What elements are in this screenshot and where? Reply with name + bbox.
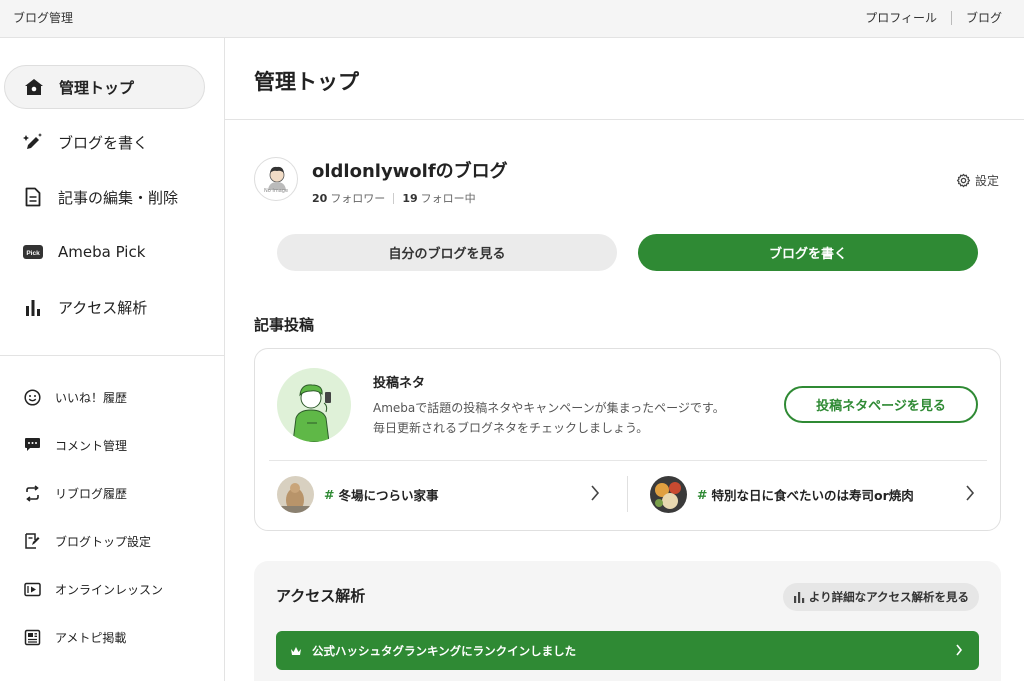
sidebar-sub-nav: いいね！履歴 コメント管理 リブログ履歴 ブログトップ設定 オンラインレッスン [0, 373, 224, 661]
sidebar-item-label: アクセス解析 [58, 298, 148, 317]
ranking-banner[interactable]: 公式ハッシュタグランキングにランクインしました [276, 631, 979, 670]
hash-symbol: # [697, 486, 708, 502]
ranking-banner-text: 公式ハッシュタグランキングにランクインしました [312, 643, 577, 658]
sidebar-item-admin-top[interactable]: 管理トップ [4, 65, 205, 109]
post-ideas-illustration [277, 368, 351, 442]
blog-link[interactable]: ブログ [966, 9, 1002, 26]
top-links: プロフィール ブログ [865, 9, 1002, 26]
sidebar-item-label: アメトピ掲載 [55, 630, 127, 645]
smile-icon [22, 387, 42, 407]
sidebar-item-reblog-history[interactable]: リブログ履歴 [0, 469, 224, 517]
sidebar-item-online-lesson[interactable]: オンラインレッスン [0, 565, 224, 613]
write-blog-button[interactable]: ブログを書く [638, 234, 978, 271]
card-divider [269, 460, 987, 461]
follow-divider [393, 192, 395, 204]
post-section-heading: 記事投稿 [254, 316, 315, 334]
hashtag-link[interactable]: # 特別な日に食べたいのは寿司or焼肉 [650, 474, 984, 514]
sidebar-item-write-blog[interactable]: ブログを書く [4, 120, 205, 164]
view-post-ideas-button[interactable]: 投稿ネタページを見る [784, 386, 978, 423]
following-count: 19 [402, 191, 418, 205]
hashtag-thumbnail [277, 475, 314, 513]
hashtag-divider [627, 476, 628, 512]
link-divider [950, 10, 952, 25]
bar-chart-icon [22, 296, 44, 318]
view-my-blog-button[interactable]: 自分のブログを見る [277, 234, 617, 271]
video-icon [22, 579, 42, 599]
sidebar-item-likes-history[interactable]: いいね！履歴 [0, 373, 224, 421]
hashtag-thumbnail [650, 475, 687, 513]
following-label[interactable]: フォロー中 [421, 190, 476, 206]
profile-link[interactable]: プロフィール [865, 9, 937, 26]
post-ideas-desc-line-2: 毎日更新されるブログネタをチェックしましょう。 [373, 421, 649, 435]
sidebar-item-access-analysis[interactable]: アクセス解析 [4, 285, 205, 329]
sidebar-item-label: 記事の編集・削除 [58, 188, 179, 207]
blog-name[interactable]: oldlonlywolfのブログ [312, 157, 508, 183]
detailed-access-label: より詳細なアクセス解析を見る [808, 590, 969, 604]
post-ideas-desc-line-1: Amebaで話題の投稿ネタやキャンペーンが集まったページです。 [373, 401, 725, 415]
post-ideas-title: 投稿ネタ [373, 376, 426, 391]
sidebar-item-blog-top-settings[interactable]: ブログトップ設定 [0, 517, 224, 565]
sidebar-item-label: Ameba Pick [58, 243, 146, 261]
home-icon [23, 76, 45, 98]
avatar-placeholder-icon [268, 166, 286, 190]
sidebar-item-label: 管理トップ [59, 78, 135, 97]
avatar-no-image-text: No Image [263, 188, 289, 194]
followers-count: 20 [312, 191, 328, 205]
sidebar-item-comments[interactable]: コメント管理 [0, 421, 224, 469]
detailed-access-button[interactable]: より詳細なアクセス解析を見る [782, 583, 979, 611]
bar-chart-icon [793, 592, 804, 603]
app-title: ブログ管理 [13, 11, 74, 25]
sidebar-divider [0, 355, 224, 356]
sidebar-item-label: オンラインレッスン [55, 582, 164, 597]
page-header: 管理トップ [225, 38, 1024, 120]
followers-label[interactable]: フォロワー [330, 190, 385, 206]
blog-profile: No Image oldlonlywolfのブログ 20 フォロワー 19 フォ… [254, 157, 999, 217]
chevron-right-icon [956, 644, 963, 656]
sidebar-item-label: リブログ履歴 [55, 486, 128, 501]
hashtag-label: 冬場につらい家事 [338, 487, 439, 503]
reblog-icon [22, 483, 42, 503]
pen-sparkle-icon [22, 131, 44, 153]
chevron-right-icon [966, 485, 975, 501]
sidebar-item-edit-articles[interactable]: 記事の編集・削除 [4, 175, 205, 219]
crown-icon [291, 646, 301, 655]
sidebar-item-ameba-pick[interactable]: Pick Ameba Pick [4, 230, 205, 274]
avatar[interactable]: No Image [254, 157, 298, 201]
hash-symbol: # [324, 486, 335, 502]
newspaper-icon [22, 627, 42, 647]
main-content: 管理トップ No Image oldlonlywolfのブログ 20 フォロワー… [225, 38, 1024, 681]
document-icon [22, 186, 44, 208]
sidebar-item-label: いいね！履歴 [55, 390, 128, 405]
svg-text:Pick: Pick [26, 250, 40, 257]
post-ideas-card: 投稿ネタ Amebaで話題の投稿ネタやキャンペーンが集まったページです。 毎日更… [254, 348, 1001, 531]
sidebar-main-nav: 管理トップ ブログを書く 記事の編集・削除 Pick Ameba Pick アク… [0, 38, 224, 329]
chevron-right-icon [591, 485, 600, 501]
access-analysis-heading: アクセス解析 [276, 587, 366, 605]
hashtag-link[interactable]: # 冬場につらい家事 [277, 474, 607, 514]
sidebar-item-label: ブログトップ設定 [55, 534, 152, 549]
pick-badge-icon: Pick [22, 241, 44, 263]
access-analysis-card: アクセス解析 より詳細なアクセス解析を見る 公式ハッシュタグランキングにランクイ… [254, 561, 1001, 681]
comment-icon [22, 435, 42, 455]
sidebar-item-ametopi[interactable]: アメトピ掲載 [0, 613, 224, 661]
gear-icon [956, 173, 971, 188]
settings-label: 設定 [974, 174, 999, 188]
post-ideas-description: Amebaで話題の投稿ネタやキャンペーンが集まったページです。 毎日更新されるブ… [373, 398, 773, 438]
sidebar: 管理トップ ブログを書く 記事の編集・削除 Pick Ameba Pick アク… [0, 38, 225, 681]
top-bar: ブログ管理 プロフィール ブログ [0, 0, 1024, 38]
sidebar-item-label: ブログを書く [58, 133, 149, 152]
edit-doc-icon [22, 531, 42, 551]
sidebar-item-label: コメント管理 [55, 438, 128, 453]
page-title: 管理トップ [254, 70, 359, 94]
follow-stats: 20 フォロワー 19 フォロー中 [312, 190, 476, 206]
hashtag-label: 特別な日に食べたいのは寿司or焼肉 [711, 487, 914, 503]
settings-button[interactable]: 設定 [956, 172, 999, 189]
